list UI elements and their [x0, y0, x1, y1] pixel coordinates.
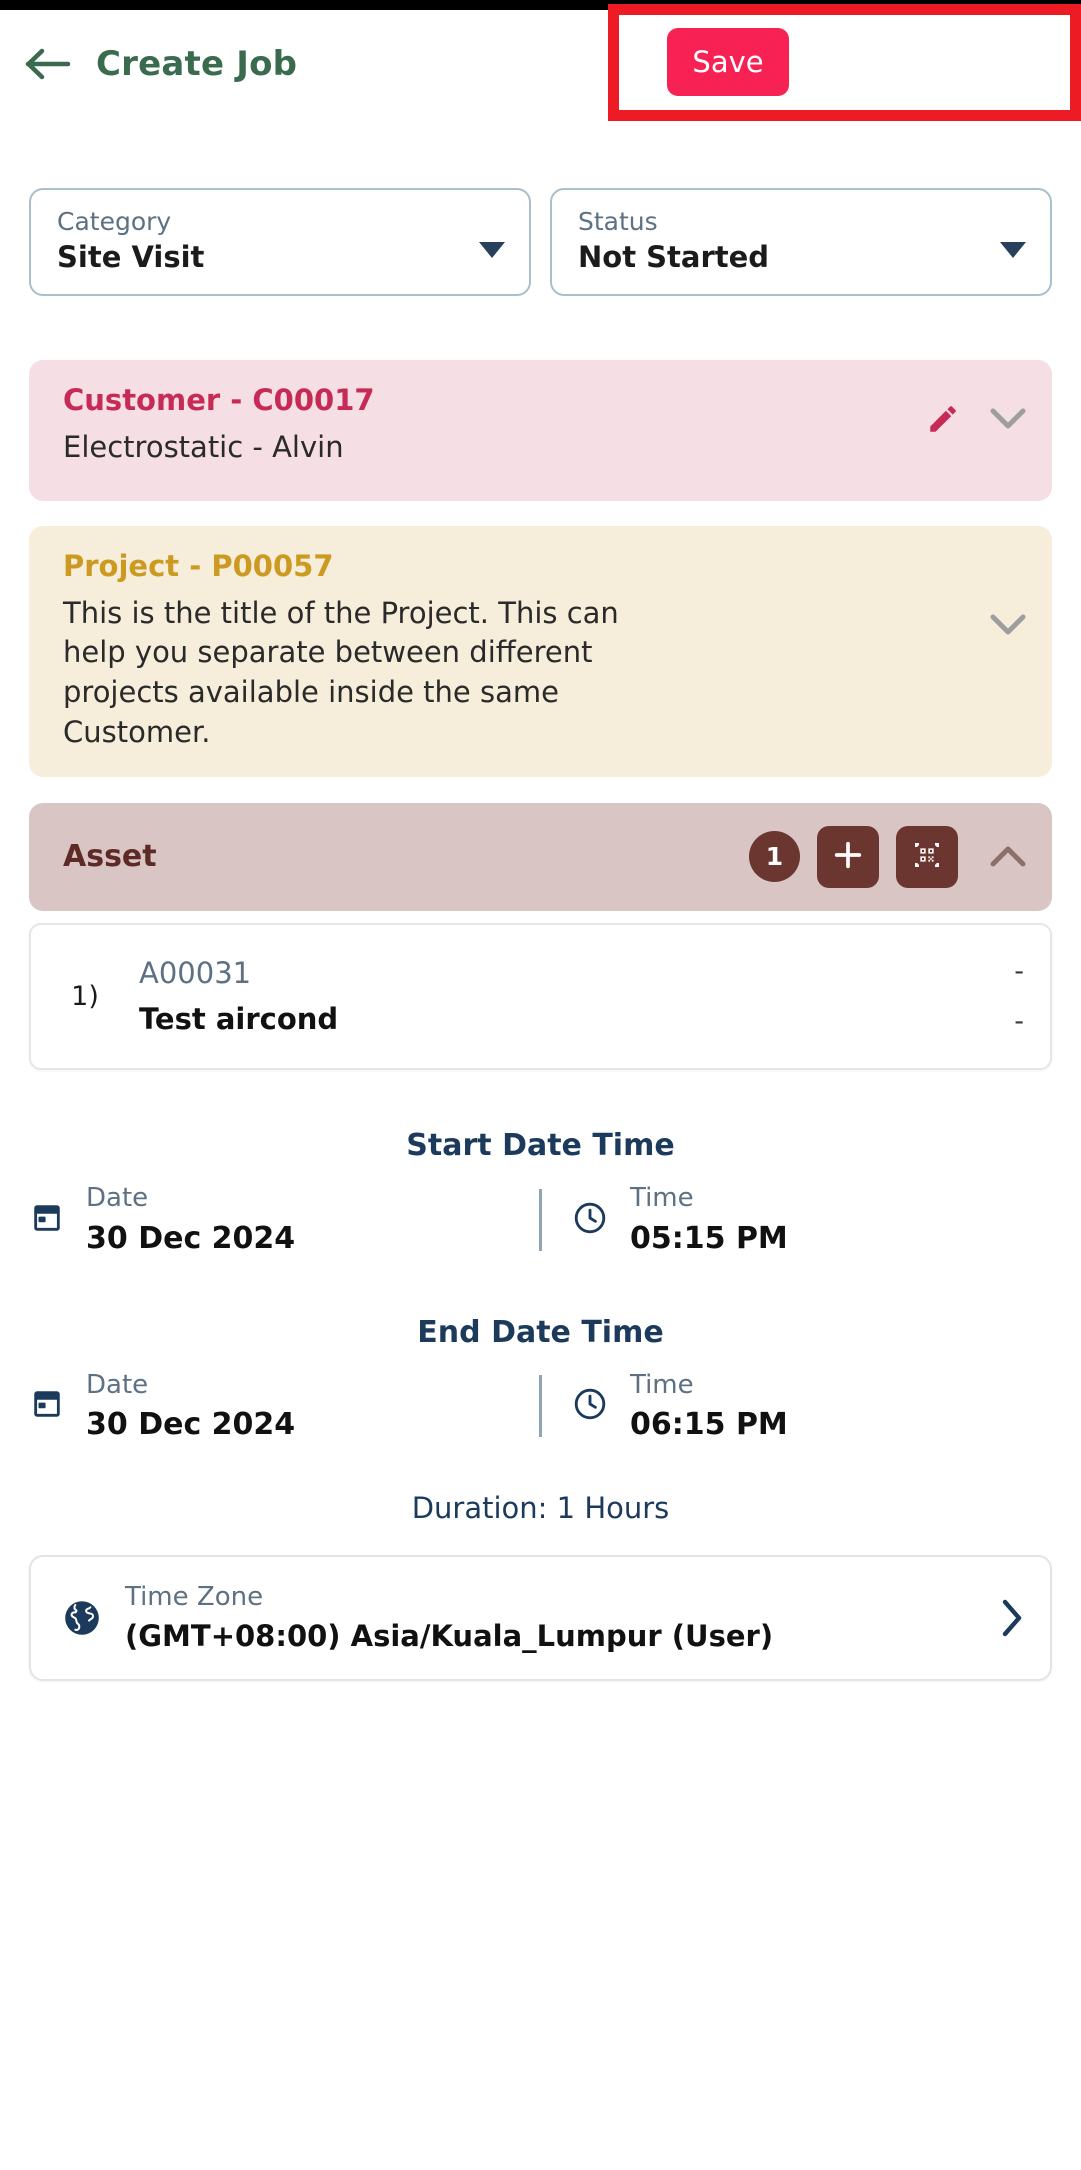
page-title: Create Job [96, 44, 298, 84]
asset-item-meta: - - [1014, 947, 1024, 1047]
end-datetime-block: End Date Time Date 30 Dec 2024 Time 06:1… [0, 1315, 1081, 1443]
end-time-picker[interactable]: Time 06:15 PM [542, 1370, 1081, 1443]
create-job-screen: Create Job Save Category Site Visit Stat… [0, 0, 1081, 2170]
asset-list-item[interactable]: 1) A00031 Test aircond - - [31, 947, 1024, 1047]
qr-code-scan-icon [911, 839, 943, 874]
time-zone-value: (GMT+08:00) Asia/Kuala_Lumpur (User) [125, 1619, 774, 1653]
start-date-value: 30 Dec 2024 [86, 1220, 296, 1256]
selectors-row: Category Site Visit Status Not Started [0, 188, 1081, 296]
project-card[interactable]: Project - P00057 This is the title of th… [29, 526, 1052, 777]
start-time-label: Time [630, 1183, 694, 1214]
start-datetime-block: Start Date Time Date 30 Dec 2024 Time 05… [0, 1128, 1081, 1256]
start-time-picker[interactable]: Time 05:15 PM [542, 1183, 1081, 1256]
calendar-icon [30, 1387, 64, 1425]
asset-section-header: Asset 1 [29, 802, 1052, 911]
status-label: Status [578, 207, 658, 236]
start-datetime-heading: Start Date Time [406, 1128, 675, 1164]
start-time-value: 05:15 PM [630, 1220, 788, 1256]
status-value: Not Started [578, 239, 770, 274]
end-datetime-row: Date 30 Dec 2024 Time 06:15 PM [0, 1370, 1081, 1443]
globe-icon [61, 1597, 103, 1639]
time-zone-texts: Time Zone (GMT+08:00) Asia/Kuala_Lumpur … [125, 1582, 773, 1654]
time-zone-selector[interactable]: Time Zone (GMT+08:00) Asia/Kuala_Lumpur … [29, 1554, 1052, 1681]
plus-icon [831, 838, 865, 875]
project-card-title: Project - P00057 [63, 549, 334, 583]
scan-asset-button[interactable] [896, 825, 958, 888]
asset-item-index: 1) [71, 981, 99, 1012]
main-content: Category Site Visit Status Not Started C… [0, 118, 1081, 1681]
asset-item-meta-bottom: - [1014, 1005, 1024, 1037]
asset-item-meta-top: - [1014, 955, 1024, 987]
asset-section-tools: 1 [749, 825, 1026, 888]
chevron-up-icon[interactable] [990, 846, 1026, 868]
status-dropdown[interactable]: Status Not Started [550, 188, 1052, 296]
start-date-texts: Date 30 Dec 2024 [86, 1183, 295, 1256]
asset-section-title: Asset [63, 839, 157, 875]
clock-icon [572, 1200, 608, 1240]
chevron-right-icon[interactable] [1000, 1598, 1024, 1638]
customer-card-body: Electrostatic - Alvin [63, 429, 344, 464]
start-date-picker[interactable]: Date 30 Dec 2024 [0, 1183, 539, 1256]
start-datetime-row: Date 30 Dec 2024 Time 05:15 PM [0, 1183, 1081, 1256]
end-date-texts: Date 30 Dec 2024 [86, 1370, 295, 1443]
asset-item-code: A00031 [139, 956, 252, 991]
end-datetime-heading: End Date Time [417, 1314, 664, 1350]
category-dropdown[interactable]: Category Site Visit [29, 188, 531, 296]
project-card-body: This is the title of the Project. This c… [63, 595, 619, 749]
end-time-value: 06:15 PM [630, 1406, 788, 1442]
chevron-down-icon[interactable] [990, 408, 1026, 430]
end-date-picker[interactable]: Date 30 Dec 2024 [0, 1370, 539, 1443]
clock-icon [572, 1386, 608, 1426]
save-button[interactable]: Save [667, 28, 789, 96]
back-button[interactable] [0, 10, 96, 118]
start-time-texts: Time 05:15 PM [630, 1183, 788, 1256]
project-card-actions [990, 614, 1026, 636]
pencil-edit-icon[interactable] [926, 402, 960, 436]
start-date-label: Date [86, 1183, 149, 1214]
end-time-texts: Time 06:15 PM [630, 1370, 788, 1443]
chevron-down-icon[interactable] [990, 614, 1026, 636]
customer-card-actions [926, 402, 1026, 436]
arrow-left-icon [25, 47, 71, 81]
end-time-label: Time [630, 1369, 694, 1400]
category-label: Category [57, 207, 172, 236]
customer-card-title: Customer - C00017 [63, 383, 375, 417]
customer-card[interactable]: Customer - C00017 Electrostatic - Alvin [29, 360, 1052, 501]
chevron-down-icon [479, 242, 505, 258]
category-value: Site Visit [57, 239, 205, 274]
asset-list: 1) A00031 Test aircond - - [29, 922, 1052, 1071]
chevron-down-icon [1000, 242, 1026, 258]
add-asset-button[interactable] [817, 825, 879, 888]
end-date-label: Date [86, 1369, 149, 1400]
asset-item-name: Test aircond [139, 1001, 339, 1036]
end-date-value: 30 Dec 2024 [86, 1406, 296, 1442]
time-zone-label: Time Zone [125, 1581, 264, 1612]
duration-text: Duration: 1 Hours [411, 1490, 670, 1525]
asset-item-main: A00031 Test aircond [139, 954, 1014, 1038]
asset-count-badge: 1 [749, 831, 800, 883]
calendar-icon [30, 1201, 64, 1239]
